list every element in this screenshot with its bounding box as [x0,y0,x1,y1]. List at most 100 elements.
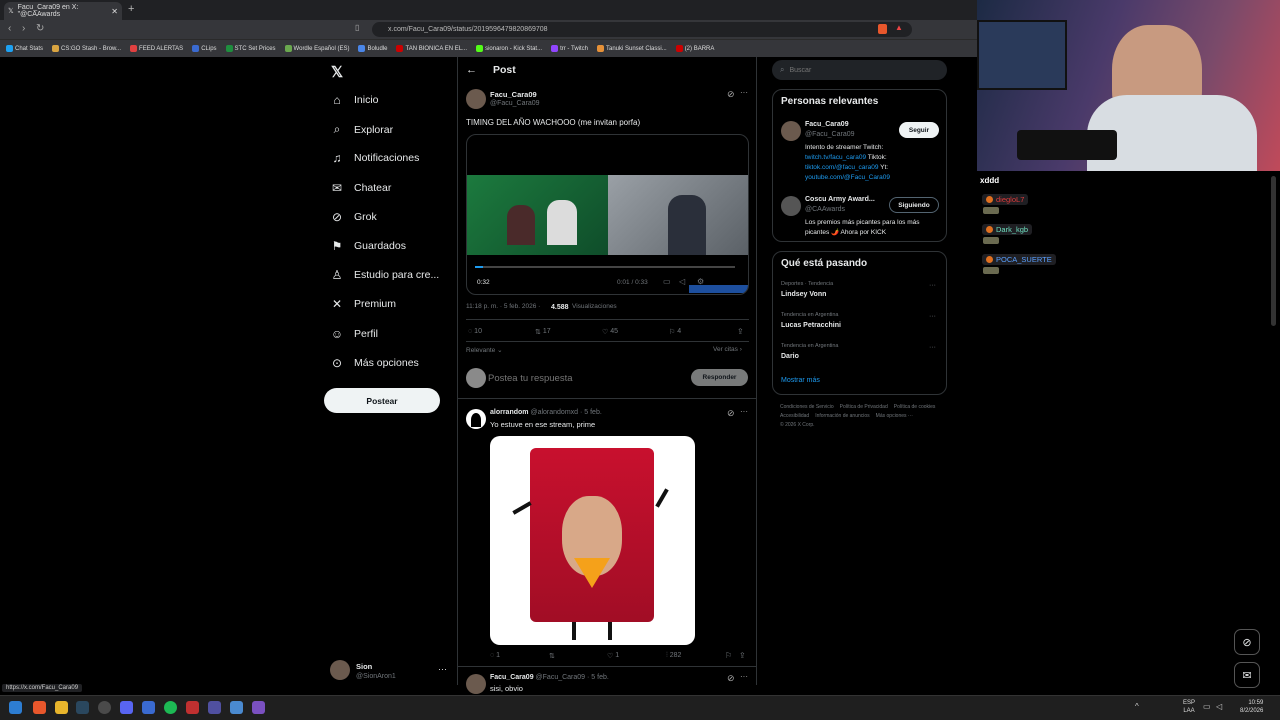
reply-author-avatar[interactable] [466,674,486,694]
network-icon[interactable]: ▭ [1203,702,1211,711]
reply-image[interactable] [490,436,695,645]
messages-float-icon[interactable]: ✉ [1234,662,1260,688]
person-name[interactable]: Coscu Army Award... [805,196,875,203]
bookmark-item[interactable]: trr - Twitch [551,45,588,52]
steam-icon[interactable] [76,701,89,714]
account-more-icon[interactable]: ··· [438,664,447,674]
person-name[interactable]: Facu_Cara09 [805,121,849,128]
x-logo-icon[interactable]: 𝕏 [331,63,343,81]
bookmark-item[interactable]: (2) BARRA [675,45,714,52]
bookmark-icon[interactable]: ⚐ [725,651,732,660]
chat-user[interactable]: diegloL7 [982,194,1029,205]
post-more-icon[interactable]: ··· [740,88,748,97]
windows-start-icon[interactable] [9,701,22,714]
sidebar-item-notificaciones[interactable]: ♫ Notificaciones [330,151,420,165]
search-box[interactable]: ⌕ [772,60,947,80]
grok-icon[interactable]: ⊘ [727,408,735,419]
grok-icon[interactable]: ⊘ [727,89,735,100]
footer-link[interactable]: © 2026 X Corp. [780,422,815,428]
bookmark-item[interactable]: TAN BIONICA EN EL... [396,45,467,52]
app-icon[interactable] [186,701,199,714]
warning-icon[interactable]: ▲ [895,23,903,32]
app-icon[interactable] [230,701,243,714]
post-author-handle[interactable]: @Facu_Cara09 [490,100,540,107]
file-explorer-icon[interactable] [55,701,68,714]
scrollbar[interactable] [1271,176,1276,326]
like-action[interactable]: ♡ 45 [602,328,618,336]
person-avatar[interactable] [781,196,801,216]
sidebar-item-inicio[interactable]: ⌂ Inicio [330,93,378,107]
repost-icon[interactable]: ⇅ [549,652,555,660]
bookmark-item[interactable]: Chat Stats [6,45,43,52]
footer-link[interactable]: Política de Privacidad [840,404,888,410]
bio-link[interactable]: tiktok.com/@facu_cara09 [805,164,878,171]
trend-more-icon[interactable]: ··· [929,313,936,320]
footer-link[interactable]: Política de cookies [894,404,936,410]
following-button[interactable]: Siguiendo [889,197,939,213]
show-more-link[interactable]: Mostrar más [781,377,820,384]
app-icon[interactable] [142,701,155,714]
follow-button[interactable]: Seguir [899,122,939,138]
trend-name[interactable]: Lucas Petracchini [781,322,841,329]
video-player[interactable]: 0:32 0:01 / 0:33 ▭ ◁ ⚙ [466,134,749,295]
discord-icon[interactable] [120,701,133,714]
bio-link[interactable]: twitch.tv/facu_cara09 [805,154,866,161]
sidebar-item-premium[interactable]: ✕ Premium [330,297,396,311]
trend-name[interactable]: Lindsey Vonn [781,291,826,298]
reply-action[interactable]: ◌ 10 [468,328,482,335]
reply-more-icon[interactable]: ··· [740,672,748,681]
sidebar-item-explorar[interactable]: ⌕ Explorar [330,122,393,137]
spotify-icon[interactable] [164,701,177,714]
reply-more-icon[interactable]: ··· [740,407,748,416]
reload-icon[interactable]: ↻ [36,23,44,34]
chat-user[interactable]: POCA_SUERTE [982,254,1056,265]
app-icon[interactable] [252,701,265,714]
volume-icon[interactable]: ◁ [679,277,685,286]
sidebar-item-grok[interactable]: ⊘ Grok [330,210,377,224]
brave-icon[interactable] [33,701,46,714]
reply-like-action[interactable]: ♡ 1 [607,652,619,660]
grok-float-icon[interactable]: ⊘ [1234,629,1260,655]
account-avatar[interactable] [330,660,350,680]
forward-icon[interactable]: › [22,23,25,34]
reply-reply-action[interactable]: ◌ 1 [490,652,500,659]
reply-author-name[interactable]: Facu_Cara09 [490,674,534,681]
post-button[interactable]: Postear [324,388,440,413]
reply-views[interactable]: ⫶ 282 [666,652,681,660]
post-author-name[interactable]: Facu_Cara09 [490,90,537,99]
url-field[interactable]: x.com/Facu_Cara09/status/201959647982086… [372,22,912,37]
footer-link[interactable]: Información de anuncios [815,413,869,419]
video-progress-track[interactable] [475,266,735,268]
bookmark-page-icon[interactable]: ▯ [355,23,359,32]
chat-user[interactable]: Dark_kgb [982,224,1033,235]
reply-button[interactable]: Responder [691,369,748,386]
bookmark-item[interactable]: CS:GO Stash - Brow... [52,45,121,52]
tray-chevron-icon[interactable]: ^ [1135,702,1139,711]
bookmark-item[interactable]: Boludle [358,45,387,52]
reply-input[interactable] [488,370,678,386]
bookmark-item[interactable]: FEED ALERTAS [130,45,183,52]
new-tab-icon[interactable]: + [128,3,134,15]
brave-shield-icon[interactable] [878,24,887,34]
sort-dropdown[interactable]: Relevante ⌄ [466,346,503,354]
share-icon[interactable]: ⇪ [739,651,746,660]
repost-action[interactable]: ⇅ 17 [535,328,551,336]
app-icon[interactable] [208,701,221,714]
captions-icon[interactable]: ▭ [663,277,671,286]
footer-link[interactable]: Condiciones de Servicio [780,404,834,410]
sidebar-item-perfil[interactable]: ☺ Perfil [330,327,378,341]
footer-link[interactable]: Más opciones ··· [876,413,913,419]
bookmark-action[interactable]: ⚐ 4 [669,328,681,336]
back-arrow-icon[interactable]: ← [466,64,477,76]
bookmark-item[interactable]: STC Set Prices [225,45,276,52]
bio-link[interactable]: youtube.com/@Facu_Cara09 [805,174,890,181]
share-icon[interactable]: ⇪ [737,327,744,336]
language-indicator[interactable]: ESP LAA [1183,699,1195,715]
trend-more-icon[interactable]: ··· [929,344,936,351]
obs-icon[interactable] [98,701,111,714]
view-quotes-link[interactable]: Ver citas › [713,346,742,353]
sidebar-item-chatear[interactable]: ✉ Chatear [330,181,391,195]
bookmark-item[interactable]: Tanuki Sunset Classi... [596,45,667,52]
search-input[interactable] [789,66,930,74]
trend-more-icon[interactable]: ··· [929,282,936,289]
